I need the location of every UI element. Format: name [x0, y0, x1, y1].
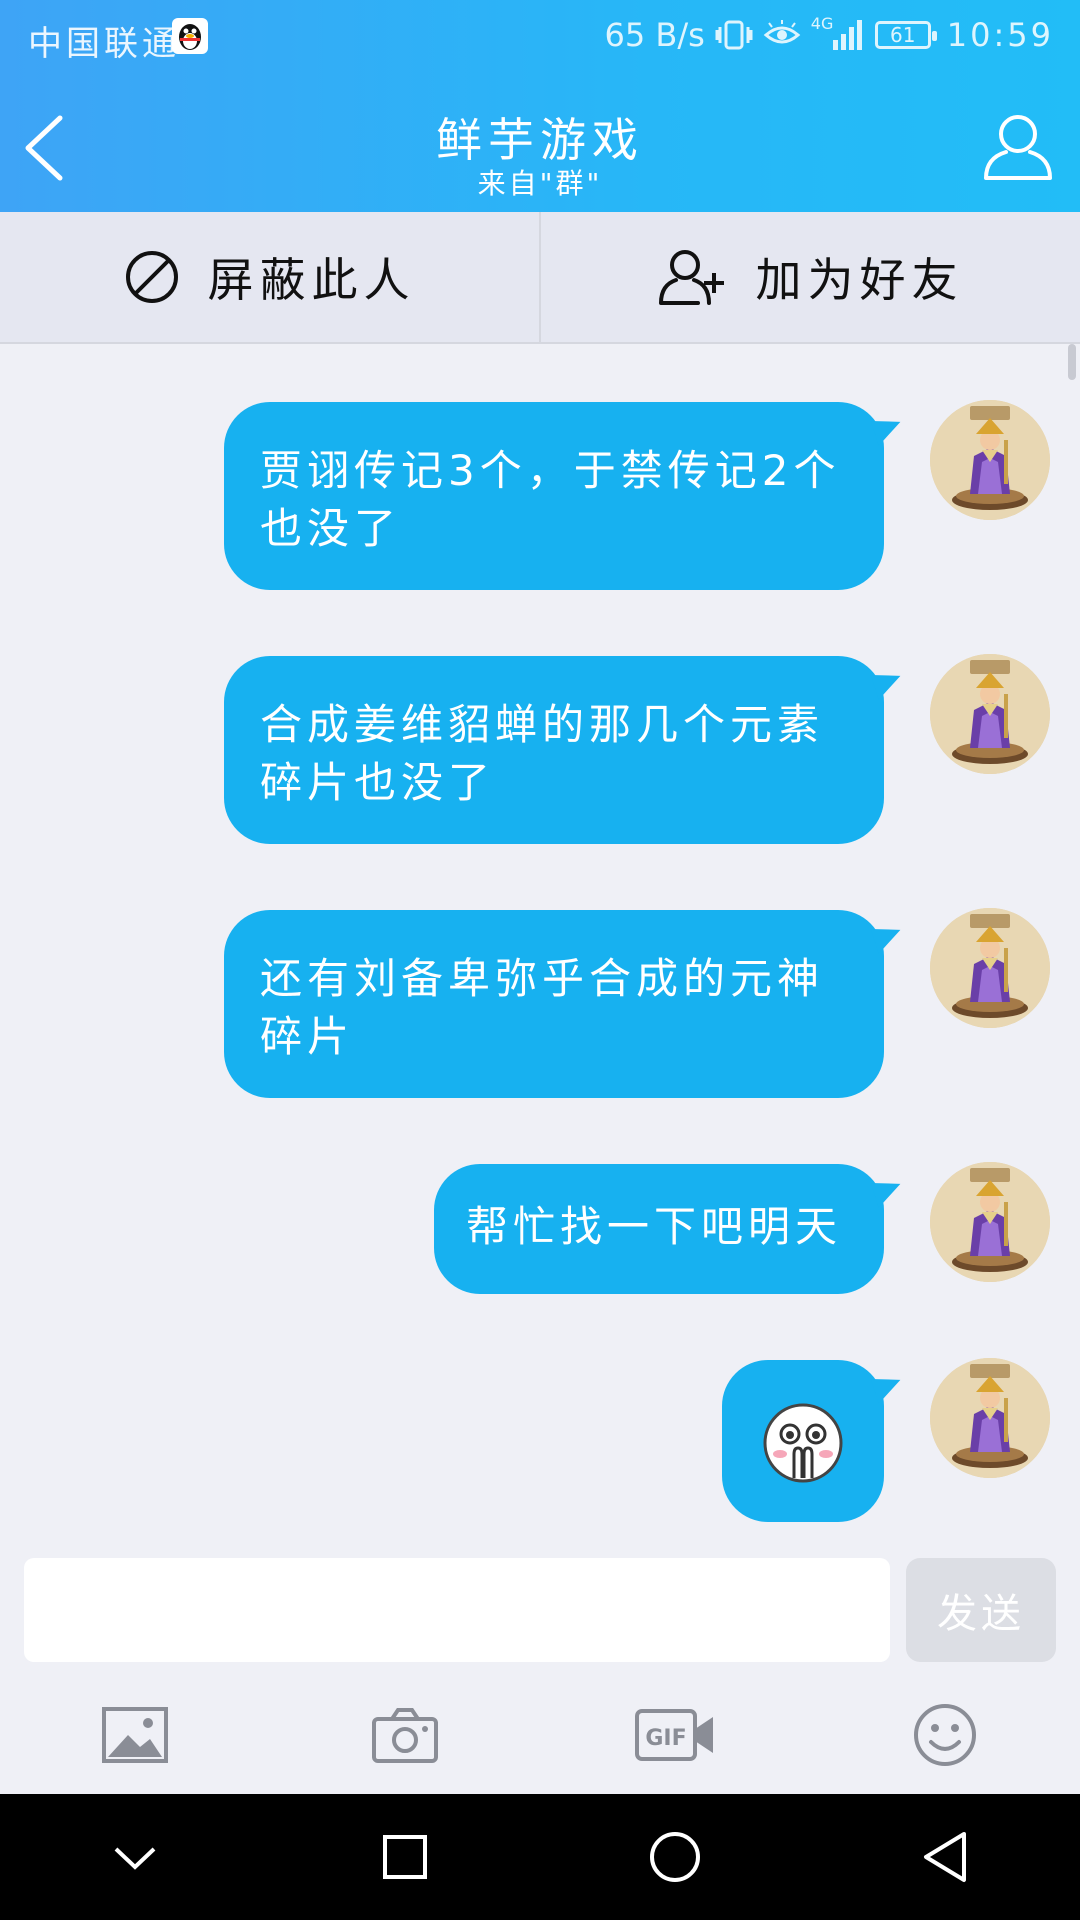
crying-face-sticker: [763, 1403, 843, 1483]
camera-icon: [372, 1708, 438, 1763]
chat-header: 中国联通 65 B/s 4G 61 10:59 鲜芋游戏 来自"群": [0, 0, 1080, 212]
recents-button[interactable]: [270, 1794, 540, 1920]
image-icon: [102, 1707, 168, 1763]
recents-icon: [383, 1835, 427, 1879]
back-triangle-icon: [924, 1832, 966, 1882]
emoji-button[interactable]: [810, 1676, 1080, 1794]
message-bubble[interactable]: 合成姜维貂蝉的那几个元素 碎片也没了: [224, 656, 884, 844]
message-input[interactable]: [24, 1558, 890, 1662]
avatar[interactable]: [930, 908, 1050, 1028]
block-icon: [125, 251, 178, 303]
add-user-icon: [658, 250, 724, 305]
vibrate-icon: [715, 20, 753, 50]
avatar[interactable]: [930, 1358, 1050, 1478]
battery-icon: 61: [874, 21, 937, 49]
svg-text:GIF: GIF: [645, 1726, 686, 1751]
signal-icon: 4G: [811, 14, 865, 52]
scrollbar[interactable]: [1068, 344, 1076, 380]
message-bubble[interactable]: 贾诩传记3个，于禁传记2个 也没了: [224, 402, 884, 590]
hide-nav-button[interactable]: [0, 1794, 270, 1920]
home-button[interactable]: [540, 1794, 810, 1920]
home-icon: [650, 1832, 700, 1882]
qq-penguin-icon: [172, 18, 208, 54]
composer: 发送: [0, 1536, 1080, 1676]
emoji-icon: [914, 1704, 976, 1766]
stranger-action-bar: 屏蔽此人 加为好友: [0, 212, 1080, 344]
block-button[interactable]: 屏蔽此人: [0, 212, 539, 342]
profile-button[interactable]: [980, 108, 1056, 184]
camera-button[interactable]: [270, 1676, 540, 1794]
sticker-bubble[interactable]: [722, 1360, 884, 1522]
page-title: 鲜芋游戏: [436, 113, 644, 167]
carrier-label: 中国联通: [28, 24, 180, 64]
avatar[interactable]: [930, 654, 1050, 774]
page-subtitle: 来自"群": [477, 167, 603, 200]
composer-toolbar: GIF: [0, 1676, 1080, 1794]
message-bubble[interactable]: 帮忙找一下吧明天: [434, 1164, 884, 1294]
eye-comfort-icon: [763, 20, 801, 44]
chevron-down-icon: [114, 1847, 156, 1870]
image-button[interactable]: [0, 1676, 270, 1794]
battery-level: 61: [890, 23, 916, 47]
clock: 10:59: [946, 16, 1054, 54]
add-friend-button[interactable]: 加为好友: [539, 212, 1080, 342]
send-button[interactable]: 发送: [906, 1558, 1056, 1662]
gif-icon: GIF: [635, 1709, 713, 1761]
avatar[interactable]: [930, 1162, 1050, 1282]
add-friend-label: 加为好友: [755, 253, 964, 307]
gif-button[interactable]: GIF: [540, 1676, 810, 1794]
user-icon: [984, 115, 1052, 180]
message-bubble[interactable]: 还有刘备卑弥乎合成的元神 碎片: [224, 910, 884, 1098]
system-navigation-bar: [0, 1794, 1080, 1920]
status-indicators: 65 B/s 4G 61 10:59: [604, 14, 1054, 54]
avatar[interactable]: [930, 400, 1050, 520]
status-bar: 中国联通 65 B/s 4G 61 10:59: [0, 0, 1080, 76]
message-list[interactable]: 贾诩传记3个，于禁传记2个 也没了 合成姜维貂蝉的那几个元素 碎片也没了 还有刘…: [0, 344, 1080, 1536]
net-speed: 65 B/s: [604, 16, 705, 54]
block-label: 屏蔽此人: [207, 253, 416, 307]
system-back-button[interactable]: [810, 1794, 1080, 1920]
